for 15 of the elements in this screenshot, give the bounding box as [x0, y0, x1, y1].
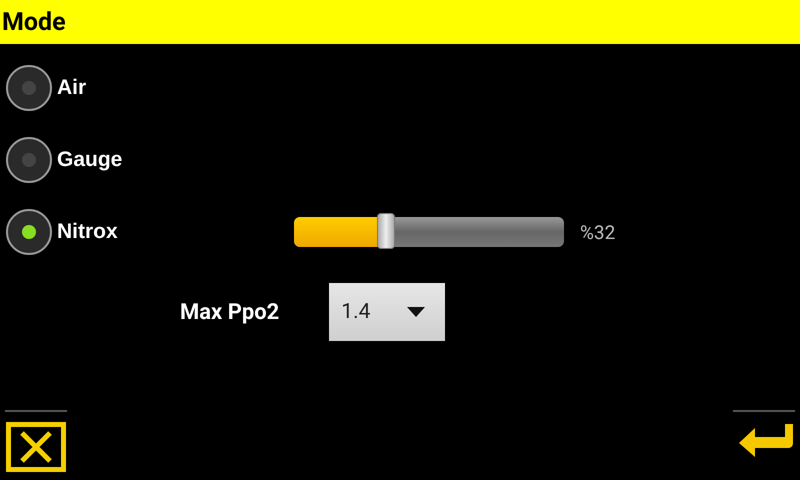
cancel-button[interactable]: [5, 422, 67, 475]
caret-icon: [407, 307, 426, 317]
return-arrow-icon: [739, 422, 795, 458]
field-label: Max Ppo2: [180, 300, 280, 324]
slider-thumb[interactable]: [376, 213, 395, 249]
radio-button[interactable]: [6, 209, 52, 255]
dropdown[interactable]: 1.4: [329, 283, 446, 341]
close-icon: [6, 422, 66, 472]
slider-reading: %32: [580, 220, 616, 244]
mode-option[interactable]: Nitrox: [0, 208, 294, 256]
radio-button[interactable]: [6, 137, 52, 183]
radio-button[interactable]: [6, 65, 52, 111]
mode-option[interactable]: Air: [0, 64, 294, 112]
mode-option[interactable]: Gauge: [0, 136, 294, 184]
screen-title: Mode: [2, 8, 66, 36]
